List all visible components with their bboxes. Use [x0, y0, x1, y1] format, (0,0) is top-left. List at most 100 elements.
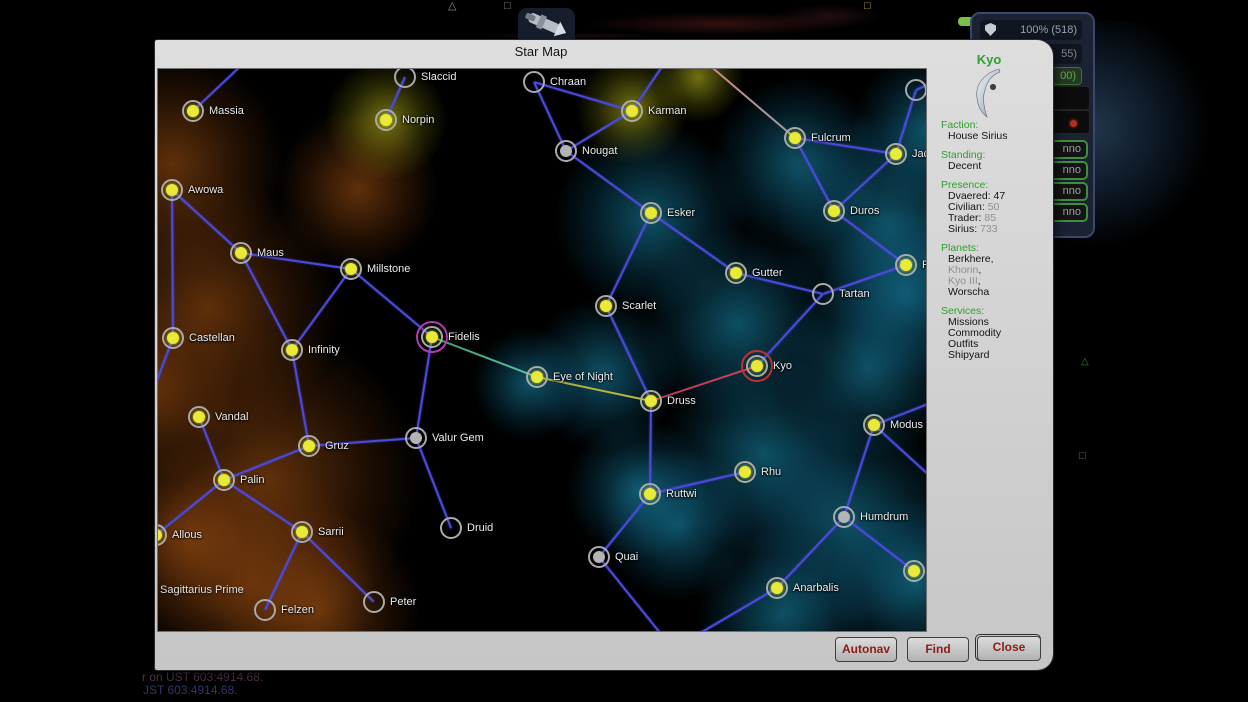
system-dot — [900, 259, 912, 271]
system-label: Allous — [172, 529, 202, 541]
map-node-unknown-b[interactable] — [903, 560, 925, 582]
background-nebula — [430, 0, 900, 40]
map-node-eye-of-night[interactable]: Eye of Night — [526, 366, 548, 388]
map-node-karman[interactable]: Karman — [621, 100, 643, 122]
map-node-druss[interactable]: Druss — [640, 390, 662, 412]
selected-system-name: Kyo — [927, 52, 1051, 67]
map-node-valur-gem[interactable]: Valur Gem — [405, 427, 427, 449]
dialog-title: Star Map — [157, 44, 925, 59]
system-dot — [286, 344, 298, 356]
map-canvas[interactable]: Massia Slaccid Norpin Chraan Karman Nougat Ful… — [157, 68, 927, 632]
system-dot — [868, 419, 880, 431]
map-node-maus[interactable]: Maus — [230, 242, 252, 264]
map-node-gutter[interactable]: Gutter — [725, 262, 747, 284]
selected-system-ring — [741, 350, 773, 382]
system-dot — [410, 432, 422, 444]
map-node-gruz[interactable]: Gruz — [298, 435, 320, 457]
hud-shield-value: 100% (518) — [1020, 24, 1077, 36]
system-label: Druid — [467, 522, 493, 534]
presence-row: Sirius: 733 — [941, 224, 1049, 235]
map-node-felzen[interactable]: Felzen — [254, 599, 276, 621]
system-label: Kyo — [773, 360, 792, 372]
map-node-millstone[interactable]: Millstone — [340, 258, 362, 280]
system-label: Jack — [912, 148, 927, 160]
system-dot — [380, 114, 392, 126]
map-node-kyo[interactable]: Kyo — [746, 355, 768, 377]
system-dot — [296, 526, 308, 538]
map-node-esker[interactable]: Esker — [640, 202, 662, 224]
map-node-palin[interactable]: Palin — [213, 469, 235, 491]
system-label: Gruz — [325, 440, 349, 452]
map-node-duros[interactable]: Duros — [823, 200, 845, 222]
map-node-scarlet[interactable]: Scarlet — [595, 295, 617, 317]
log-message-2: JST 603:4914.68. — [143, 683, 238, 697]
system-dot — [771, 582, 783, 594]
system-label: Palin — [240, 474, 264, 486]
map-node-castellan[interactable]: Castellan — [162, 327, 184, 349]
overlay-square-icon: □ — [504, 1, 511, 11]
system-label: Sarrii — [318, 526, 344, 538]
map-node-tartan[interactable]: Tartan — [812, 283, 834, 305]
system-dot — [593, 551, 605, 563]
map-node-modus-m[interactable]: Modus M — [863, 414, 885, 436]
map-node-f[interactable]: F — [895, 254, 917, 276]
system-dot — [531, 371, 543, 383]
autonav-button[interactable]: Autonav — [835, 637, 897, 662]
ship-icon — [518, 8, 575, 40]
system-dot — [838, 511, 850, 523]
service-row: Shipyard — [941, 350, 1049, 361]
system-dot — [626, 105, 638, 117]
map-node-unknown-a[interactable] — [905, 79, 927, 101]
faction-logo-sirius-icon — [973, 68, 1007, 123]
system-label-sagittarius-prime: Sagittarius Prime — [160, 584, 244, 596]
presence-list: Dvaered: 47Civilian: 50Trader: 85Sirius:… — [941, 191, 1049, 235]
map-node-infinity[interactable]: Infinity — [281, 339, 303, 361]
system-label: Modus M — [890, 419, 927, 431]
map-node-chraan[interactable]: Chraan — [523, 71, 545, 93]
system-info-sidebar: Kyo Faction: House Sirius Standing: Dece… — [927, 40, 1051, 630]
map-node-rhu[interactable]: Rhu — [734, 461, 756, 483]
map-node-druid[interactable]: Druid — [440, 517, 462, 539]
system-label: Fulcrum — [811, 132, 851, 144]
find-button[interactable]: Find — [907, 637, 969, 662]
ship-thumbnail-tile — [518, 8, 575, 40]
system-label: Gutter — [752, 267, 783, 279]
system-label: Humdrum — [860, 511, 908, 523]
map-node-nougat[interactable]: Nougat — [555, 140, 577, 162]
map-node-peter[interactable]: Peter — [363, 591, 385, 613]
star-map-dialog: Star Map Massia Slaccid Norpin Chraan Karman… — [155, 40, 1053, 670]
system-dot — [828, 205, 840, 217]
system-dot — [345, 263, 357, 275]
system-dot — [166, 184, 178, 196]
system-label: Quai — [615, 551, 638, 563]
system-dot — [908, 565, 920, 577]
map-node-norpin[interactable]: Norpin — [375, 109, 397, 131]
close-button[interactable]: Close — [977, 636, 1041, 661]
system-info-text: Faction: House Sirius Standing: Decent P… — [941, 120, 1049, 361]
map-node-quai[interactable]: Quai — [588, 546, 610, 568]
map-node-fulcrum[interactable]: Fulcrum — [784, 127, 806, 149]
map-node-vandal[interactable]: Vandal — [188, 406, 210, 428]
system-label: Karman — [648, 105, 687, 117]
system-label: Ruttwi — [666, 488, 697, 500]
map-node-ruttwi[interactable]: Ruttwi — [639, 483, 661, 505]
standing-value: Decent — [941, 161, 1049, 172]
hyperspace-lane — [415, 438, 452, 529]
system-dot — [730, 267, 742, 279]
system-dot — [789, 132, 801, 144]
map-node-humdrum[interactable]: Humdrum — [833, 506, 855, 528]
system-label: Castellan — [189, 332, 235, 344]
map-node-sarrii[interactable]: Sarrii — [291, 521, 313, 543]
system-label: Slaccid — [421, 71, 456, 83]
system-dot — [739, 466, 751, 478]
map-node-massia[interactable]: Massia — [182, 100, 204, 122]
map-node-awowa[interactable]: Awowa — [161, 179, 183, 201]
system-dot — [157, 529, 162, 541]
map-node-jack[interactable]: Jack — [885, 143, 907, 165]
map-node-anarbalis[interactable]: Anarbalis — [766, 577, 788, 599]
system-dot — [600, 300, 612, 312]
map-node-fidelis[interactable]: Fidelis — [421, 326, 443, 348]
overlay-station-square-icon: □ — [1079, 451, 1086, 461]
system-label: Esker — [667, 207, 695, 219]
hud-energy-value: 00) — [1060, 70, 1076, 82]
